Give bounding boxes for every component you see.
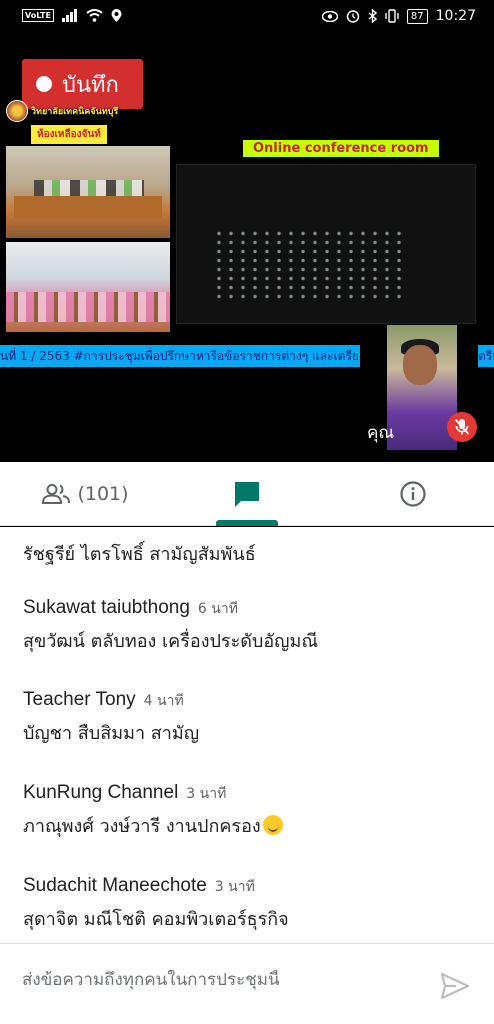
chat-message-text: สุดาจิต มณีโชติ คอมพิวเตอร์ธุรกิจ: [23, 909, 289, 930]
chat-message-time: 4 นาที: [143, 693, 184, 709]
message-input[interactable]: [22, 970, 422, 990]
meeting-table-image: [14, 196, 162, 218]
room-label: ห้องเหลืองจันท์: [31, 125, 107, 144]
send-icon: [440, 972, 470, 1000]
status-bar: VoLTE 87 10:27: [0, 0, 494, 36]
emoji-hug-icon: [262, 815, 283, 835]
chat-message-header: Teacher Tony 4 นาที: [23, 689, 199, 712]
chat-message-time: 6 นาที: [197, 601, 238, 617]
panel-tabs: (101): [0, 462, 494, 526]
message-composer: [0, 943, 494, 1024]
camera-feed-meeting-room: [6, 146, 170, 238]
alarm-icon: [346, 10, 360, 23]
shared-screen-grid: [176, 164, 476, 324]
volte-badge: VoLTE: [22, 9, 54, 22]
send-button[interactable]: [440, 972, 470, 1000]
people-count: (101): [77, 483, 129, 505]
online-room-label: Online conference room: [243, 140, 439, 157]
chat-message: Sudachit Maneechote 3 นาที สุดาจิต มณีโช…: [23, 875, 289, 933]
tab-people[interactable]: (101): [30, 462, 140, 526]
vibrate-icon: [385, 9, 399, 23]
camera-feed-classroom: [6, 242, 170, 332]
chat-message-text: ภาณุพงศ์ วงษ์วารี งานปกครอง: [23, 816, 261, 837]
signal-icon: [61, 9, 77, 22]
record-dot-icon: [36, 76, 52, 92]
chat-sender-name: Teacher Tony: [23, 689, 136, 710]
active-tab-indicator: [216, 520, 278, 526]
chat-message-text: บัญชา สืบสิมมา สามัญ: [23, 723, 200, 744]
chat-icon: [235, 482, 259, 507]
tab-info[interactable]: [380, 462, 446, 526]
chat-message-time: 3 นาที: [214, 879, 255, 895]
ticker-banner-tail: ตรีย: [478, 345, 494, 367]
chat-message-text-row: ภาณุพงศ์ วงษ์วารี งานปกครอง: [23, 811, 283, 840]
chat-sender-name: KunRung Channel: [23, 782, 179, 803]
status-left: VoLTE: [22, 9, 122, 22]
status-right: 87 10:27: [321, 8, 476, 24]
chat-message-text: รัชฐรีย์ ไตรโพธิ์ สามัญสัมพันธ์: [23, 544, 256, 565]
chat-sender-name: Sudachit Maneechote: [23, 875, 207, 896]
mic-off-icon[interactable]: [447, 412, 477, 442]
chat-message: KunRung Channel 3 นาที ภาณุพงศ์ วงษ์วารี…: [23, 782, 283, 840]
chat-message-text: สุขวัฒน์ ตลับทอง เครื่องประดับอัญมณี: [23, 631, 319, 652]
battery-icon: 87: [406, 8, 428, 24]
video-stage[interactable]: บันทึก วิทยาลัยเทคนิคจันทบุรี ห้องเหลือง…: [0, 36, 494, 462]
location-icon: [111, 9, 122, 22]
participants-image: [34, 180, 144, 196]
chat-sender-name: Sukawat taiubthong: [23, 597, 190, 618]
chat-message-time: 3 นาที: [186, 786, 227, 802]
record-label: บันทึก: [62, 72, 119, 98]
self-view-tile[interactable]: [387, 325, 457, 450]
wifi-icon: [86, 9, 103, 22]
eye-icon: [321, 10, 338, 22]
audience-image: [6, 292, 170, 322]
self-face-image: [403, 345, 437, 385]
chat-message: Sukawat taiubthong 6 นาที สุขวัฒน์ ตลับท…: [23, 597, 318, 655]
college-name: วิทยาลัยเทคนิคจันทบุรี: [31, 107, 119, 117]
self-label: คุณ: [367, 423, 395, 443]
bluetooth-icon: [368, 9, 377, 23]
chat-message-header: Sudachit Maneechote 3 นาที: [23, 875, 289, 898]
ticker-banner: นที่ 1 / 2563 #การประชุมเพื่อปรึกษาหารือ…: [0, 345, 360, 367]
chat-message: Teacher Tony 4 นาที บัญชา สืบสิมมา สามัญ: [23, 689, 199, 747]
participant-thumbnails: [213, 229, 403, 299]
chat-message-list[interactable]: รัชฐรีย์ ไตรโพธิ์ สามัญสัมพันธ์ Sukawat …: [0, 527, 494, 943]
info-icon: [400, 481, 426, 507]
college-logo: [6, 100, 28, 122]
college-banner: วิทยาลัยเทคนิคจันทบุรี: [6, 100, 118, 122]
tab-chat[interactable]: [214, 462, 280, 526]
chat-message: รัชฐรีย์ ไตรโพธิ์ สามัญสัมพันธ์: [23, 533, 256, 568]
clock: 10:27: [435, 8, 476, 24]
people-icon: [42, 484, 71, 504]
chat-message-header: KunRung Channel 3 นาที: [23, 782, 283, 805]
chat-message-header: Sukawat taiubthong 6 นาที: [23, 597, 318, 620]
